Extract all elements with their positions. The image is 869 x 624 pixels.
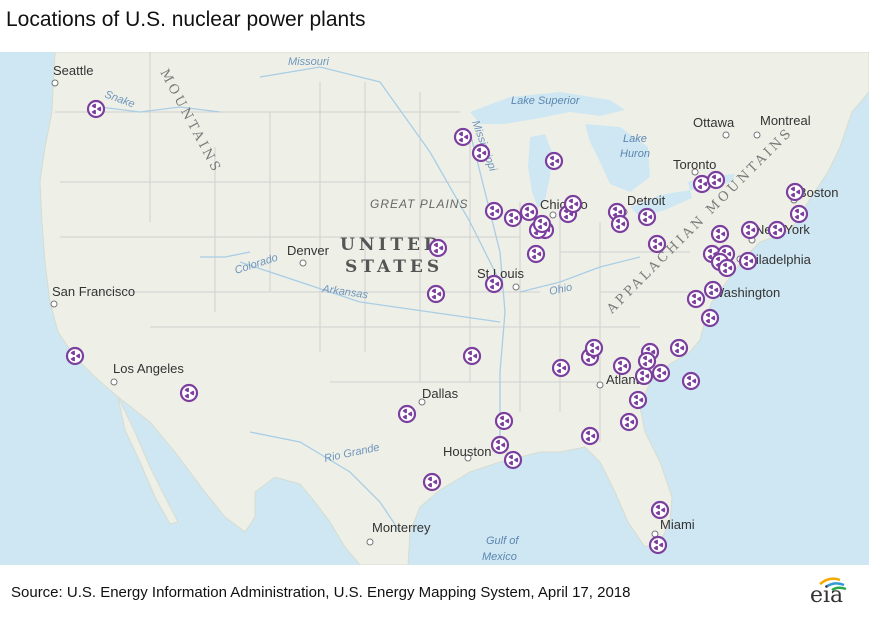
nuclear-plant-marker[interactable] xyxy=(637,351,657,371)
nuclear-plant-marker[interactable] xyxy=(637,207,657,227)
city-label-denver: Denver xyxy=(287,243,330,258)
nuclear-plant-marker[interactable] xyxy=(628,390,648,410)
nuclear-plant-marker[interactable] xyxy=(706,170,726,190)
source-note: Source: U.S. Energy Information Administ… xyxy=(11,584,631,601)
city-label-monterrey: Monterrey xyxy=(372,520,431,535)
nuclear-plant-marker[interactable] xyxy=(648,535,668,555)
nuclear-plant-marker[interactable] xyxy=(484,274,504,294)
nuclear-plant-marker[interactable] xyxy=(584,338,604,358)
nuclear-plant-marker[interactable] xyxy=(526,244,546,264)
nuclear-plant-marker[interactable] xyxy=(503,450,523,470)
nuclear-plant-marker[interactable] xyxy=(426,284,446,304)
nuclear-plant-marker[interactable] xyxy=(422,472,442,492)
nuclear-plant-marker[interactable] xyxy=(703,280,723,300)
city-label-montreal: Montreal xyxy=(760,113,811,128)
nuclear-plant-marker[interactable] xyxy=(580,426,600,446)
country-label-2: STATES xyxy=(345,257,443,277)
nuclear-plant-marker[interactable] xyxy=(490,435,510,455)
lake-superior-label: Lake Superior xyxy=(511,95,581,107)
nuclear-plant-marker[interactable] xyxy=(700,308,720,328)
nuclear-plant-marker[interactable] xyxy=(86,99,106,119)
nuclear-plant-marker[interactable] xyxy=(551,358,571,378)
city-label-san-francisco: San Francisco xyxy=(52,284,135,299)
nuclear-plant-marker[interactable] xyxy=(179,383,199,403)
city-label-washington: Washington xyxy=(712,285,780,300)
city-label-seattle: Seattle xyxy=(53,63,93,78)
nuclear-plant-marker[interactable] xyxy=(532,214,552,234)
nuclear-plant-marker[interactable] xyxy=(619,412,639,432)
nuclear-plant-marker[interactable] xyxy=(471,143,491,163)
lake-huron-label-1: Lake xyxy=(623,133,647,145)
nuclear-plant-marker[interactable] xyxy=(650,500,670,520)
missouri-river-label: Missouri xyxy=(288,56,330,68)
city-label-miami: Miami xyxy=(660,517,695,532)
nuclear-plant-marker[interactable] xyxy=(503,208,523,228)
nuclear-plant-marker[interactable] xyxy=(494,411,514,431)
nuclear-plant-marker[interactable] xyxy=(767,220,787,240)
nuclear-plant-marker[interactable] xyxy=(462,346,482,366)
city-label-detroit: Detroit xyxy=(627,193,666,208)
great-plains-label: GREAT PLAINS xyxy=(370,197,468,211)
nuclear-plant-marker[interactable] xyxy=(669,338,689,358)
country-label-1: UNITED xyxy=(340,235,443,255)
lake-huron-label-2: Huron xyxy=(620,148,650,160)
nuclear-plant-marker[interactable] xyxy=(519,202,539,222)
nuclear-plant-marker[interactable] xyxy=(717,258,737,278)
nuclear-plant-marker[interactable] xyxy=(738,251,758,271)
gulf-label-1: Gulf of xyxy=(486,535,519,547)
nuclear-plant-marker[interactable] xyxy=(610,214,630,234)
nuclear-plant-marker[interactable] xyxy=(65,346,85,366)
nuclear-plant-marker[interactable] xyxy=(544,151,564,171)
nuclear-plant-marker[interactable] xyxy=(647,234,667,254)
page-title: Locations of U.S. nuclear power plants xyxy=(6,8,366,31)
eia-logo-text: eia xyxy=(810,583,844,608)
nuclear-plant-marker[interactable] xyxy=(484,201,504,221)
nuclear-plant-marker[interactable] xyxy=(789,204,809,224)
nuclear-plant-marker[interactable] xyxy=(397,404,417,424)
nuclear-plant-marker[interactable] xyxy=(612,356,632,376)
gulf-label-2: Mexico xyxy=(482,551,517,563)
nuclear-plant-marker[interactable] xyxy=(634,366,654,386)
city-label-los-angeles: Los Angeles xyxy=(113,361,184,376)
nuclear-plant-marker[interactable] xyxy=(686,289,706,309)
nuclear-plant-marker[interactable] xyxy=(651,363,671,383)
city-label-ottawa: Ottawa xyxy=(693,115,735,130)
nuclear-plant-marker[interactable] xyxy=(710,224,730,244)
nuclear-plant-marker[interactable] xyxy=(681,371,701,391)
nuclear-plant-marker[interactable] xyxy=(453,127,473,147)
city-label-houston: Houston xyxy=(443,444,491,459)
map[interactable]: Lake Superior Lake Huron Gulf of Mexico … xyxy=(0,52,869,565)
nuclear-plant-marker[interactable] xyxy=(563,194,583,214)
nuclear-plant-marker[interactable] xyxy=(740,220,760,240)
city-label-dallas: Dallas xyxy=(422,386,459,401)
city-label-toronto: Toronto xyxy=(673,157,716,172)
map-canvas[interactable]: Lake Superior Lake Huron Gulf of Mexico … xyxy=(0,52,869,565)
nuclear-plant-marker[interactable] xyxy=(428,238,448,258)
nuclear-plant-marker[interactable] xyxy=(785,182,805,202)
